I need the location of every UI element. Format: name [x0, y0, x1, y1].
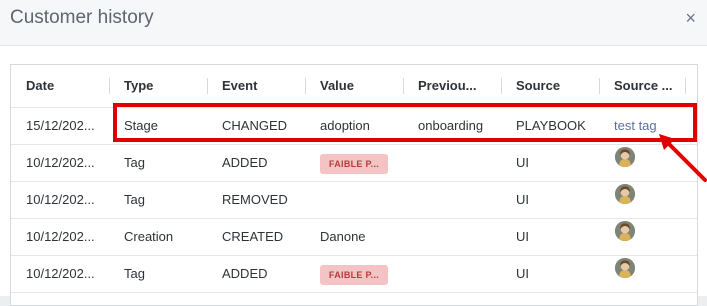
avatar[interactable] [615, 147, 635, 167]
column-header-value[interactable]: Value [320, 78, 354, 93]
user-avatar-icon [615, 258, 635, 278]
table-row[interactable]: 10/12/202... Tag ADDED FAIBLE P... UI [11, 256, 697, 293]
user-avatar-icon [615, 221, 635, 241]
column-header-source[interactable]: Source [516, 78, 560, 93]
cell-source: UI [516, 266, 529, 281]
table-header: Date Type Event Value Previou... Source … [11, 65, 697, 108]
cell-type: Stage [124, 118, 158, 133]
cell-value: Danone [320, 229, 366, 244]
cell-date: 10/12/202... [26, 229, 95, 244]
avatar[interactable] [615, 258, 635, 278]
tag-badge: FAIBLE P... [320, 154, 388, 174]
column-header-event[interactable]: Event [222, 78, 257, 93]
tag-badge: FAIBLE P... [320, 265, 388, 285]
cell-value: adoption [320, 118, 370, 133]
dialog-title: Customer history [10, 7, 154, 28]
column-header-date[interactable]: Date [26, 78, 54, 93]
table-row[interactable]: 10/12/202... Creation CREATED Danone UI [11, 219, 697, 256]
cell-event: CHANGED [222, 118, 288, 133]
dialog-header: Customer history × [0, 0, 707, 46]
column-separator[interactable] [599, 78, 600, 94]
cell-event: ADDED [222, 266, 268, 281]
avatar[interactable] [615, 221, 635, 241]
cell-source: UI [516, 155, 529, 170]
cell-date: 15/12/202... [26, 118, 95, 133]
cell-type: Tag [124, 192, 145, 207]
column-separator[interactable] [305, 78, 306, 94]
cell-event: REMOVED [222, 192, 288, 207]
history-table: Date Type Event Value Previou... Source … [10, 64, 698, 306]
cell-date: 10/12/202... [26, 155, 95, 170]
column-header-type[interactable]: Type [124, 78, 153, 93]
cell-source: UI [516, 192, 529, 207]
cell-previous: onboarding [418, 118, 484, 133]
user-avatar-icon [615, 184, 635, 204]
cell-date: 10/12/202... [26, 192, 95, 207]
cell-type: Creation [124, 229, 174, 244]
source-by-link[interactable]: test tag [614, 118, 657, 133]
close-icon[interactable]: × [685, 8, 696, 29]
cell-type: Tag [124, 266, 145, 281]
column-separator[interactable] [403, 78, 404, 94]
cell-event: CREATED [222, 229, 284, 244]
user-avatar-icon [615, 147, 635, 167]
customer-history-dialog: Customer history × Date Type Event Value… [0, 0, 707, 306]
table-row[interactable]: 10/12/202... Tag ADDED FAIBLE P... UI [11, 145, 697, 182]
avatar[interactable] [615, 184, 635, 204]
cell-date: 10/12/202... [26, 266, 95, 281]
cell-source: UI [516, 229, 529, 244]
column-separator[interactable] [501, 78, 502, 94]
column-header-previous[interactable]: Previou... [418, 78, 477, 93]
table-row[interactable]: 10/12/202... Tag REMOVED UI [11, 182, 697, 219]
column-separator[interactable] [207, 78, 208, 94]
cell-source: PLAYBOOK [516, 118, 586, 133]
table-row[interactable]: 15/12/202... Stage CHANGED adoption onbo… [11, 108, 697, 145]
column-header-source-by[interactable]: Source ... [614, 78, 673, 93]
cell-type: Tag [124, 155, 145, 170]
column-separator[interactable] [109, 78, 110, 94]
column-separator[interactable] [685, 78, 686, 94]
cell-event: ADDED [222, 155, 268, 170]
